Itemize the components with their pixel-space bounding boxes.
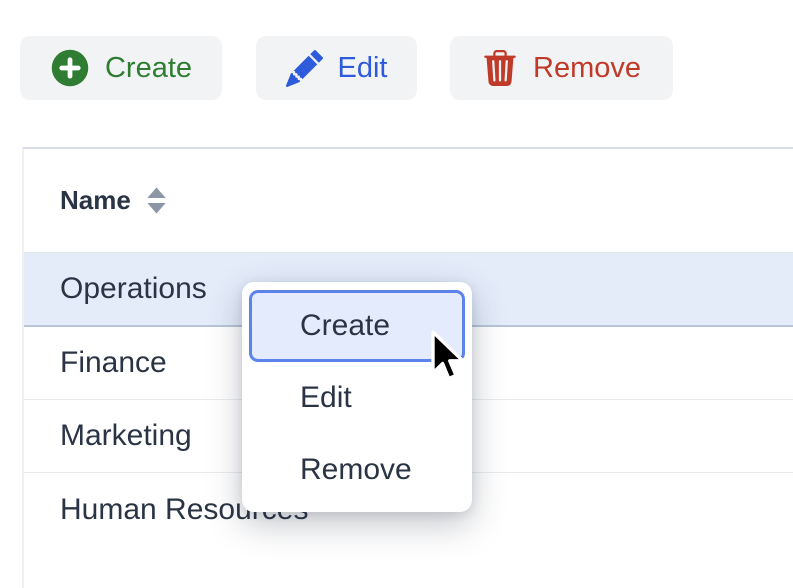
pencil-icon [286,50,323,87]
table-cell-name: Operations [60,272,207,306]
column-header-name[interactable]: Name [24,149,793,253]
edit-button-label: Edit [338,52,388,85]
table-cell-name: Finance [60,346,167,380]
create-button[interactable]: Create [20,36,222,100]
context-menu-item-label: Create [300,309,390,343]
app-canvas: Create Edit Remove Name [0,0,793,588]
remove-button[interactable]: Remove [450,36,673,100]
edit-button[interactable]: Edit [256,36,417,100]
context-menu-item-label: Remove [300,453,412,487]
context-menu-item-remove[interactable]: Remove [249,434,465,506]
table-cell-name: Marketing [60,419,192,453]
context-menu-item-label: Edit [300,381,352,415]
create-button-label: Create [105,52,192,85]
remove-button-label: Remove [533,52,641,85]
context-menu: Create Edit Remove [242,282,472,512]
plus-circle-icon [50,48,90,88]
context-menu-item-edit[interactable]: Edit [249,362,465,434]
trash-icon [482,49,518,87]
sort-arrows-icon [145,185,168,216]
column-header-label: Name [60,185,131,216]
context-menu-item-create[interactable]: Create [249,290,465,362]
